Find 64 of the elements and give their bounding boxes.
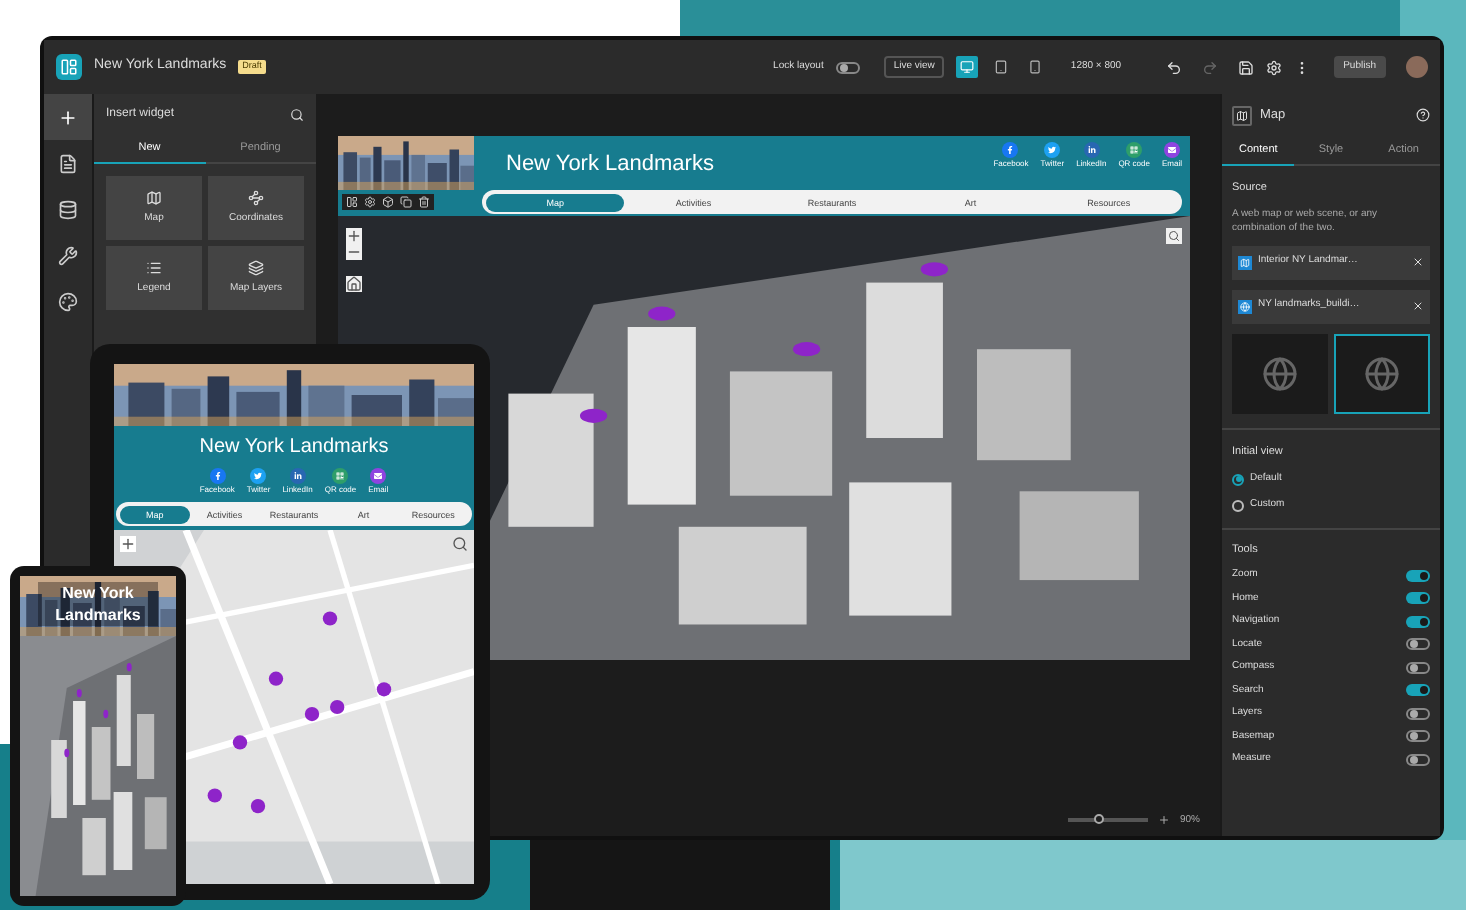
add-icon <box>58 107 78 127</box>
layers-icon <box>248 260 264 276</box>
share-button[interactable] <box>1044 142 1061 158</box>
map-icon <box>1232 105 1252 125</box>
app-header-title: New York Landmarks <box>506 150 714 180</box>
device-button[interactable] <box>956 56 979 78</box>
database-icon <box>58 199 78 219</box>
toggle-switch[interactable] <box>1406 684 1430 697</box>
share-button[interactable] <box>1126 142 1143 158</box>
share-button[interactable] <box>1163 142 1180 158</box>
share-button[interactable] <box>209 468 226 484</box>
toggle-switch[interactable] <box>1406 661 1430 674</box>
tablet-icon <box>994 60 1009 74</box>
copy-icon[interactable] <box>400 196 412 208</box>
redo-icon[interactable] <box>1201 59 1218 75</box>
twitter-icon <box>1048 146 1057 154</box>
facebook-icon <box>213 472 222 480</box>
desktop-icon <box>960 60 975 74</box>
style-icon[interactable] <box>382 196 394 208</box>
basemap-thumbnail[interactable] <box>1232 333 1328 413</box>
map-icon <box>146 190 162 206</box>
radio-button[interactable] <box>1232 500 1244 512</box>
radio-button[interactable] <box>1232 473 1244 485</box>
align-icon[interactable] <box>346 196 358 208</box>
basemap-thumbnail[interactable] <box>1334 333 1430 413</box>
undo-icon[interactable] <box>1165 59 1182 75</box>
share-button[interactable] <box>289 468 306 484</box>
toggle-switch[interactable] <box>1406 753 1430 766</box>
qr-code-icon <box>1130 146 1139 154</box>
close-icon[interactable] <box>1412 300 1424 312</box>
avatar-icon[interactable] <box>1406 56 1428 78</box>
zoom-slider-thumb[interactable] <box>1094 814 1105 825</box>
linkedin-icon <box>293 472 302 480</box>
toggle-switch[interactable] <box>1406 615 1430 628</box>
map-icon <box>1240 257 1250 267</box>
twitter-icon <box>254 472 263 480</box>
toggle-switch[interactable] <box>1406 638 1430 651</box>
linkedin-icon <box>1087 146 1096 154</box>
share-button[interactable] <box>1002 142 1019 158</box>
page-icon <box>58 153 78 173</box>
toggle-switch[interactable] <box>1406 592 1430 605</box>
zoom-in-icon[interactable] <box>1157 814 1170 827</box>
wrench-icon <box>58 245 78 265</box>
settings-icon[interactable] <box>364 196 376 208</box>
share-button[interactable] <box>1083 142 1100 158</box>
app-logo-icon <box>56 54 82 80</box>
globe-icon <box>1240 301 1250 311</box>
toggle-switch[interactable] <box>1406 569 1430 582</box>
toggle-switch[interactable] <box>1406 730 1430 743</box>
delete-icon[interactable] <box>418 196 430 208</box>
save-icon[interactable] <box>1237 59 1254 75</box>
help-icon[interactable] <box>1416 108 1430 122</box>
close-icon[interactable] <box>1412 256 1424 268</box>
facebook-icon <box>1006 146 1015 154</box>
app-header-title: New York Landmarks <box>199 434 389 462</box>
list-icon <box>146 260 162 276</box>
palette-icon <box>58 291 78 311</box>
toggle-switch[interactable] <box>1406 707 1430 720</box>
email-icon <box>1167 146 1176 154</box>
share-button[interactable] <box>250 468 267 484</box>
toggle-switch[interactable] <box>835 61 860 73</box>
settings-icon[interactable] <box>1265 59 1282 75</box>
phone-icon <box>1028 60 1043 74</box>
coordinates-icon <box>248 190 264 206</box>
